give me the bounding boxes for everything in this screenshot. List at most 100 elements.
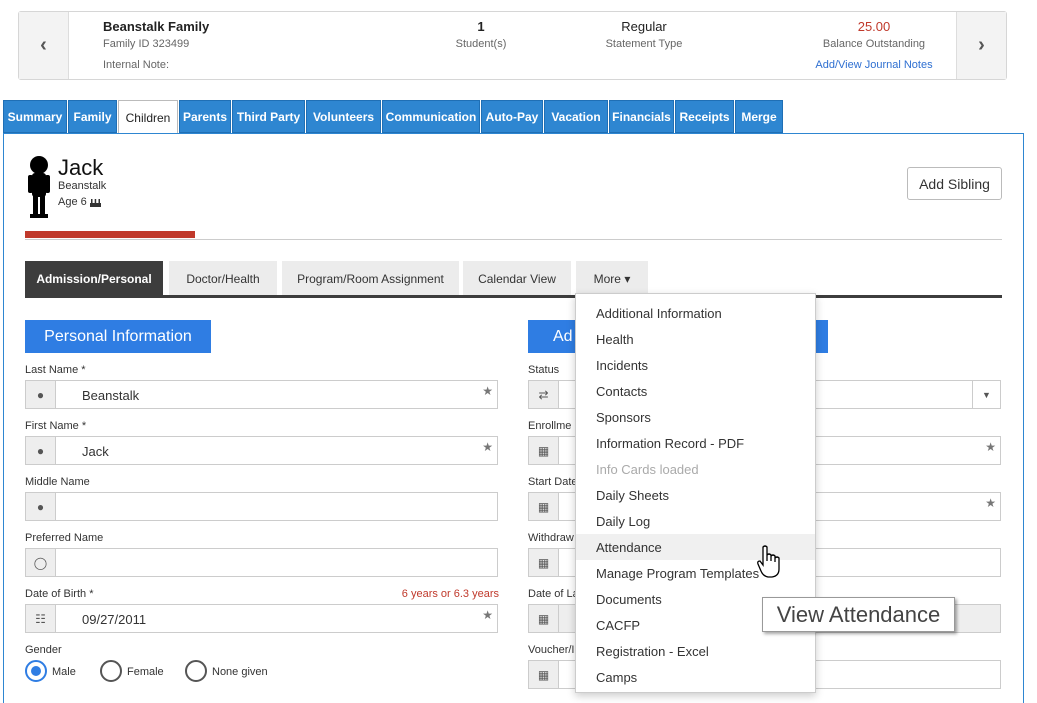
last-name-field[interactable]: ● Beanstalk ★	[25, 380, 498, 409]
menu-item-additional-information[interactable]: Additional Information	[576, 300, 815, 326]
tab-parents[interactable]: Parents	[179, 100, 231, 133]
profile-progress-bar	[25, 231, 195, 238]
chevron-right-icon: ›	[978, 34, 985, 56]
menu-item-camps[interactable]: Camps	[576, 664, 815, 690]
voucher-label: Voucher/I	[528, 644, 575, 656]
subtab-more[interactable]: More ▾	[576, 261, 648, 296]
star-icon[interactable]: ★	[482, 608, 493, 622]
hand-cursor-icon	[757, 545, 780, 578]
middle-name-label: Middle Name	[25, 476, 90, 488]
menu-item-health[interactable]: Health	[576, 326, 815, 352]
statement-type-label: Statement Type	[605, 38, 683, 50]
tab-communication[interactable]: Communication	[382, 100, 480, 133]
person-icon: ●	[26, 493, 56, 520]
statement-type: Regular	[621, 19, 667, 34]
birthday-cake-icon	[89, 199, 101, 207]
child-avatar-icon	[28, 156, 50, 218]
tooltip: View Attendance	[762, 597, 955, 632]
gender-none-label: None given	[212, 666, 268, 678]
subtab-doctor-health[interactable]: Doctor/Health	[169, 261, 277, 296]
menu-item-daily-sheets[interactable]: Daily Sheets	[576, 482, 815, 508]
tab-financials[interactable]: Financials	[609, 100, 674, 133]
subtab-program-room[interactable]: Program/Room Assignment	[282, 261, 459, 296]
dob-age-note: 6 years or 6.3 years	[401, 588, 499, 600]
calendar-check-icon: ▦	[529, 493, 559, 520]
last-name-label: Last Name *	[25, 364, 86, 376]
gender-label: Gender	[25, 644, 62, 656]
next-family-button[interactable]: ›	[956, 12, 1006, 79]
child-age-text: Age 6	[58, 196, 87, 208]
middle-name-field[interactable]: ●	[25, 492, 498, 521]
tab-third-party[interactable]: Third Party	[232, 100, 305, 133]
divider	[25, 239, 1002, 240]
caret-down-icon[interactable]: ▼	[972, 381, 1000, 408]
star-icon[interactable]: ★	[482, 440, 493, 454]
menu-item-sponsors[interactable]: Sponsors	[576, 404, 815, 430]
tab-family[interactable]: Family	[68, 100, 117, 133]
child-first-name: Jack	[58, 155, 104, 180]
tab-volunteers[interactable]: Volunteers	[306, 100, 381, 133]
subtab-underline	[25, 295, 1002, 298]
tab-children[interactable]: Children	[118, 100, 178, 134]
star-icon[interactable]: ★	[482, 384, 493, 398]
birthday-cake-icon: ☷	[26, 605, 56, 632]
balance-label: Balance Outstanding	[822, 38, 926, 50]
status-label: Status	[528, 364, 560, 376]
menu-item-info-cards-loaded: Info Cards loaded	[596, 461, 699, 477]
more-dropdown-menu: Additional Information Health Incidents …	[575, 293, 816, 693]
star-icon[interactable]: ★	[985, 440, 996, 454]
family-name: Beanstalk Family	[103, 19, 210, 34]
date-of-last-label: Date of La	[528, 588, 579, 600]
gender-none-radio[interactable]	[185, 660, 207, 682]
first-name-value: Jack	[82, 444, 109, 459]
journal-notes-link[interactable]: Add/View Journal Notes	[799, 59, 949, 71]
menu-item-information-record-pdf[interactable]: Information Record - PDF	[576, 430, 815, 456]
gender-male-radio[interactable]	[25, 660, 47, 682]
tab-vacation[interactable]: Vacation	[544, 100, 608, 133]
gender-female-label: Female	[127, 666, 164, 678]
calendar-plus-icon: ▦	[529, 437, 559, 464]
withdraw-label: Withdraw	[528, 532, 574, 544]
first-name-field[interactable]: ● Jack ★	[25, 436, 498, 465]
preferred-name-label: Preferred Name	[25, 532, 104, 544]
calendar-icon: ▦	[529, 605, 559, 632]
chevron-left-icon: ‹	[40, 34, 47, 56]
calendar-minus-icon: ▦	[529, 549, 559, 576]
exchange-icon: ⇄	[529, 381, 559, 408]
family-header: ‹ Beanstalk Family Family ID 323499 Inte…	[18, 11, 1007, 80]
dob-field[interactable]: ☷ 09/27/2011 ★	[25, 604, 498, 633]
person-icon: ●	[26, 437, 56, 464]
menu-item-incidents[interactable]: Incidents	[576, 352, 815, 378]
previous-family-button[interactable]: ‹	[19, 12, 69, 79]
subtab-calendar-view[interactable]: Calendar View	[463, 261, 571, 296]
tab-auto-pay[interactable]: Auto-Pay	[481, 100, 543, 133]
tab-merge[interactable]: Merge	[735, 100, 783, 133]
first-name-label: First Name *	[25, 420, 87, 432]
add-sibling-button[interactable]: Add Sibling	[907, 167, 1002, 200]
tab-receipts[interactable]: Receipts	[675, 100, 734, 133]
tab-summary[interactable]: Summary	[3, 100, 67, 133]
preferred-name-field[interactable]: ◯	[25, 548, 498, 577]
family-id: Family ID 323499	[103, 38, 190, 50]
start-date-label: Start Date	[528, 476, 578, 488]
gender-female-radio[interactable]	[100, 660, 122, 682]
calendar-x-icon: ▦	[529, 661, 559, 688]
person-icon: ●	[26, 381, 56, 408]
menu-item-contacts[interactable]: Contacts	[576, 378, 815, 404]
personal-information-heading: Personal Information	[25, 320, 211, 353]
enrollment-label: Enrollme	[528, 420, 572, 432]
internal-note-label: Internal Note:	[103, 59, 170, 71]
gender-male-label: Male	[52, 666, 76, 678]
students-label: Student(s)	[455, 38, 507, 50]
star-icon[interactable]: ★	[985, 496, 996, 510]
dob-value: 09/27/2011	[82, 612, 147, 627]
speech-bubble-icon: ◯	[26, 549, 56, 576]
balance-value: 25.00	[857, 19, 891, 34]
subtab-admission-personal[interactable]: Admission/Personal	[25, 261, 163, 296]
menu-item-daily-log[interactable]: Daily Log	[576, 508, 815, 534]
last-name-value: Beanstalk	[82, 388, 140, 403]
child-age: Age 6	[58, 196, 101, 208]
dob-label: Date of Birth *	[25, 588, 94, 600]
menu-item-registration-excel[interactable]: Registration - Excel	[576, 638, 815, 664]
child-last-name: Beanstalk	[58, 180, 107, 192]
